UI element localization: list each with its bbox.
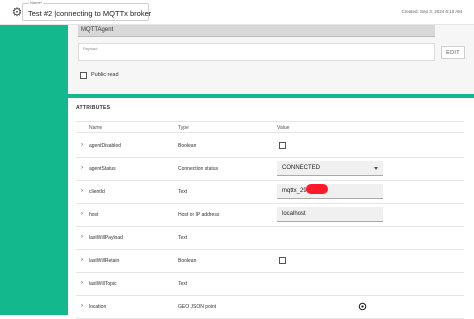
attributes-table-header: Name Type Value [76, 121, 464, 133]
agent-status-value: CONNECTED [282, 165, 321, 171]
column-value: Value [277, 125, 290, 131]
attribute-type: GEO JSON point [178, 304, 217, 310]
chevron-right-icon[interactable]: › [81, 303, 83, 309]
attribute-name: lastWillTopic [89, 281, 117, 287]
attribute-type: Connection status [178, 166, 219, 172]
agent-disabled-checkbox[interactable] [279, 142, 286, 149]
client-id-input[interactable]: mqttx_29 [277, 184, 383, 199]
attribute-name: agentDisabled [89, 143, 121, 149]
agent-type-value: MQTTAgent [81, 27, 114, 33]
created-timestamp: Created: Sep 3, 2024 6:10 AM [401, 9, 462, 14]
attribute-name: lastWillRetain [89, 258, 120, 264]
table-row[interactable]: › host Host or IP address localhost [76, 204, 464, 227]
asset-name-field[interactable]: Name* Test #2 |connecting to MQTTx broke… [22, 0, 151, 21]
left-accent-panel [0, 25, 68, 315]
asset-name-value[interactable]: Test #2 |connecting to MQTTx broker [28, 9, 151, 18]
attribute-type: Boolean [178, 143, 197, 149]
payload-label: Payload [83, 46, 98, 51]
chevron-right-icon[interactable]: › [81, 165, 83, 171]
public-read-checkbox[interactable] [80, 72, 87, 79]
host-value: localhost [282, 211, 306, 217]
attribute-type: Text [178, 235, 188, 241]
agent-status-select[interactable]: CONNECTED [277, 161, 383, 176]
chevron-right-icon[interactable]: › [81, 142, 83, 148]
column-type: Type [178, 125, 189, 131]
host-input[interactable]: localhost [277, 207, 383, 222]
table-row[interactable]: › clientId Text mqttx_29 [76, 181, 464, 204]
table-row[interactable]: › agentStatus Connection status CONNECTE… [76, 158, 464, 181]
table-row[interactable]: › lastWillPayload Text [76, 227, 464, 250]
chevron-right-icon[interactable]: › [81, 188, 83, 194]
client-id-value: mqttx_29 [282, 188, 307, 194]
dropdown-caret-icon [374, 167, 378, 170]
table-row[interactable]: › location GEO JSON point [76, 296, 464, 319]
attributes-title: ATTRIBUTES [76, 105, 111, 111]
attribute-type: Host or IP address [178, 212, 220, 218]
attribute-type: Text [178, 189, 188, 195]
edit-button[interactable]: EDIT [441, 46, 465, 59]
redaction-mark [306, 184, 328, 194]
table-row[interactable]: › lastWillRetain Boolean [76, 250, 464, 273]
attribute-name: host [89, 212, 99, 218]
agent-type-field: MQTTAgent [78, 25, 435, 37]
public-read-label: Public read [91, 72, 119, 78]
attribute-name: clientId [89, 189, 105, 195]
top-bar: ⚙ Name* Test #2 |connecting to MQTTx bro… [0, 0, 474, 25]
chevron-right-icon[interactable]: › [81, 280, 83, 286]
asset-name-label: Name* [29, 0, 44, 5]
attribute-name: location [89, 304, 107, 310]
attribute-type: Boolean [178, 258, 197, 264]
column-name: Name [89, 125, 103, 131]
table-row[interactable]: › agentDisabled Boolean [76, 135, 464, 158]
chevron-right-icon[interactable]: › [81, 257, 83, 263]
last-will-retain-checkbox[interactable] [279, 257, 286, 264]
table-row[interactable]: › lastWillTopic Text [76, 273, 464, 296]
location-pin-icon[interactable] [358, 302, 367, 311]
attribute-name: agentStatus [89, 166, 116, 172]
payload-field[interactable]: Payload [78, 43, 435, 61]
attribute-type: Text [178, 281, 188, 287]
chevron-right-icon[interactable]: › [81, 211, 83, 217]
attribute-name: lastWillPayload [89, 235, 123, 241]
chevron-right-icon[interactable]: › [81, 234, 83, 240]
